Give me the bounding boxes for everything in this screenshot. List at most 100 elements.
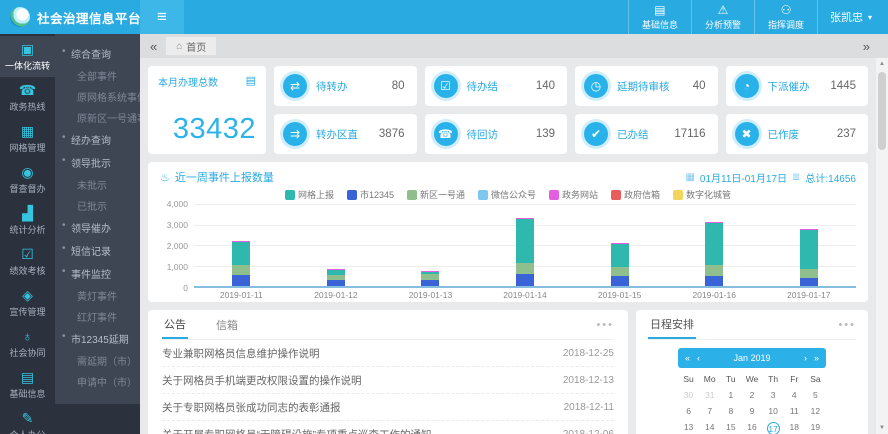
submenu-item[interactable]: 申请中（市） (55, 371, 140, 392)
sidebar-toggle-button[interactable]: ≡ (140, 0, 184, 34)
legend-item[interactable]: 政务网站 (549, 188, 598, 201)
calendar-day-cell[interactable]: 3 (763, 387, 784, 403)
stat-label: 待转办 (316, 80, 348, 93)
submenu-item[interactable]: 领导批示 (55, 151, 140, 174)
submenu-item[interactable]: 已批示 (55, 195, 140, 216)
stacked-bar[interactable] (232, 240, 251, 286)
submenu-item[interactable]: 领导催办 (55, 216, 140, 239)
sidebar-module[interactable]: ◈ 宣传管理 (0, 282, 55, 323)
submenu-item[interactable]: 红灯事件 (55, 306, 140, 327)
submenu-item[interactable]: 短信记录 (55, 239, 140, 262)
calendar-day-cell[interactable]: 13 (678, 419, 699, 434)
sidebar-module[interactable]: ▟ 统计分析 (0, 200, 55, 241)
scroll-down-icon[interactable]: ▼ (879, 422, 885, 434)
stacked-bar[interactable] (610, 243, 629, 286)
sidebar-module[interactable]: ☎ 政务热线 (0, 77, 55, 118)
calendar-day-cell[interactable]: 9 (741, 403, 762, 419)
submenu-item[interactable]: 全部事件 (55, 65, 140, 86)
stat-card[interactable]: ◔ 下派催办 1445 (725, 66, 868, 106)
nav-basic-info-button[interactable]: ▤ 基础信息 (627, 0, 691, 34)
calendar-day-cell[interactable]: 30 (678, 387, 699, 403)
legend-item[interactable]: 市12345 (346, 188, 394, 201)
stacked-bar[interactable] (421, 270, 440, 286)
legend-item[interactable]: 数字化城管 (673, 188, 731, 201)
submenu-item[interactable]: 原网格系统事件 (55, 86, 147, 107)
legend-item[interactable]: 网格上报 (284, 188, 334, 201)
user-menu[interactable]: 张凯忠 ▾ (818, 0, 888, 34)
sidebar-module[interactable]: ▦ 网格管理 (0, 118, 55, 159)
stat-card[interactable]: ⇄ 待转办 80 (274, 66, 417, 106)
scrollbar-thumb[interactable] (878, 72, 886, 150)
calendar-day-cell[interactable]: 7 (699, 403, 720, 419)
calendar-day-cell[interactable]: 17 (763, 419, 784, 434)
tab-announcements[interactable]: 公告 (162, 310, 188, 339)
calendar-day-cell[interactable]: 31 (699, 387, 720, 403)
nav-dispatch-button[interactable]: ⚇ 指挥调度 (753, 0, 818, 34)
calendar-day-cell[interactable]: 11 (784, 403, 805, 419)
submenu-item[interactable]: 经办查询 (55, 128, 140, 151)
submenu-item[interactable]: 原新区一号通事件 (55, 107, 157, 128)
more-options-icon[interactable]: ••• (596, 319, 614, 331)
calendar-next-month-button[interactable]: › (804, 353, 807, 363)
sidebar-module[interactable]: ☑ 绩效考核 (0, 241, 55, 282)
submenu-item[interactable]: 未批示 (55, 174, 140, 195)
more-options-icon[interactable]: ••• (838, 319, 856, 331)
stat-value: 40 (692, 80, 706, 92)
bottom-row: 公告 信箱 ••• 专业兼职网格员信息维护操作说明 2018-12-25 关于网格员… (148, 310, 868, 434)
sidebar-module[interactable]: ◉ 督查督办 (0, 159, 55, 200)
announcement-row[interactable]: 关于开展专职网格员“无障碍设施”专项重点巡查工作的通知 2018-12-06 (162, 421, 614, 434)
announcement-row[interactable]: 关于网格员手机端更改权限设置的操作说明 2018-12-13 (162, 367, 614, 394)
submenu-item[interactable]: 黄灯事件 (55, 285, 140, 306)
calendar-day-cell[interactable]: 19 (805, 419, 826, 434)
calendar-day-cell[interactable]: 12 (805, 403, 826, 419)
calendar-day-cell[interactable]: 16 (741, 419, 762, 434)
calendar-day-cell[interactable]: 5 (805, 387, 826, 403)
calendar-day-cell[interactable]: 6 (678, 403, 699, 419)
submenu-item[interactable]: 综合查询 (55, 42, 140, 65)
tabs-scroll-right-button[interactable]: » (863, 40, 870, 53)
monthly-total-card[interactable]: 本月办理总数 ▤ 33432 (148, 66, 266, 154)
sidebar-module[interactable]: ♁ 社会协同 (0, 323, 55, 364)
chart-date-range[interactable]: 01月11日-01月17日 (700, 170, 787, 185)
stat-card[interactable]: ☎ 待回访 139 (424, 114, 567, 154)
tab-mailbox[interactable]: 信箱 (214, 310, 240, 339)
vertical-scrollbar[interactable]: ▲ ▼ (876, 58, 888, 434)
calendar-day-cell[interactable]: 18 (784, 419, 805, 434)
submenu-item[interactable]: 市12345延期 (55, 327, 140, 350)
calendar-day-cell[interactable]: 4 (784, 387, 805, 403)
calendar-prev-year-button[interactable]: « (685, 353, 690, 363)
tabs-scroll-left-button[interactable]: « (150, 40, 157, 53)
sidebar-module[interactable]: ✎ 个人办公 (0, 405, 55, 434)
stat-card[interactable]: ☑ 待办结 140 (424, 66, 567, 106)
sidebar-module[interactable]: ▤ 基础信息 (0, 364, 55, 405)
nav-analysis-alert-button[interactable]: ⚠ 分析预警 (690, 0, 754, 34)
stat-card[interactable]: ⇉ 转办区直 3876 (274, 114, 417, 154)
calendar-month-title[interactable]: Jan 2019 (707, 353, 797, 363)
calendar-next-year-button[interactable]: » (814, 353, 819, 363)
tab-home[interactable]: ⌂ 首页 (166, 37, 217, 55)
calendar-prev-month-button[interactable]: ‹ (697, 353, 700, 363)
scroll-up-icon[interactable]: ▲ (879, 58, 885, 70)
stat-card[interactable]: ✔ 已办结 17116 (575, 114, 718, 154)
calendar-day-cell[interactable]: 8 (720, 403, 741, 419)
calendar-day-cell[interactable]: 15 (720, 419, 741, 434)
legend-item[interactable]: 新区一号通 (406, 188, 465, 201)
announcement-row[interactable]: 专业兼职网格员信息维护操作说明 2018-12-25 (162, 340, 614, 367)
calendar-day-cell[interactable]: 14 (699, 419, 720, 434)
stacked-bar[interactable] (516, 217, 535, 286)
calendar-day-cell[interactable]: 10 (763, 403, 784, 419)
legend-item[interactable]: 政府信箱 (611, 188, 660, 201)
legend-item[interactable]: 微信公众号 (478, 188, 536, 201)
stat-card[interactable]: ◷ 延期待审核 40 (575, 66, 718, 106)
calendar-day-cell[interactable]: 2 (741, 387, 762, 403)
sidebar-module[interactable]: ▣ 一体化流转 (0, 36, 55, 77)
calendar-day-cell[interactable]: 1 (720, 387, 741, 403)
stacked-bar[interactable] (326, 269, 345, 286)
stacked-bar[interactable] (705, 221, 724, 286)
stat-label: 已作废 (767, 128, 800, 141)
submenu-item[interactable]: 事件监控 (55, 262, 140, 285)
announcement-row[interactable]: 关于专职网格员张成功同志的表彰通报 2018-12-11 (162, 394, 614, 421)
stacked-bar[interactable] (799, 228, 818, 286)
submenu-item[interactable]: 需延期（市） (55, 350, 140, 371)
stat-card[interactable]: ✖ 已作废 237 (725, 114, 868, 154)
